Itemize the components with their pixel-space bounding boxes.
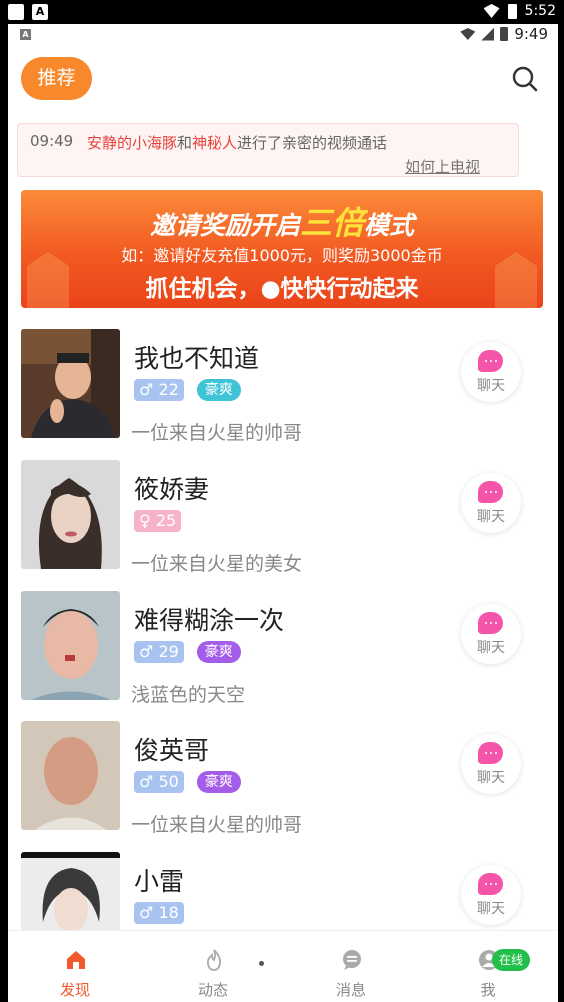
chat-button[interactable]: 聊天	[461, 865, 521, 925]
gender-age-badge: ♂ 18	[134, 902, 184, 924]
notice-bar[interactable]: 09:49 安静的小海豚和神秘人进行了亲密的视频通话 如何上电视	[17, 123, 519, 177]
notice-time: 09:49	[30, 132, 74, 150]
notice-user1[interactable]: 安静的小海豚	[87, 134, 177, 152]
user-name: 难得糊涂一次	[134, 606, 285, 635]
avatar[interactable]	[21, 329, 120, 438]
male-icon: ♂	[139, 903, 154, 922]
chat-bubble-icon	[478, 612, 503, 634]
avatar[interactable]	[21, 591, 120, 700]
battery-icon	[507, 3, 517, 19]
user-bio: 浅蓝色的天空	[131, 684, 246, 706]
user-name: 筱娇妻	[134, 475, 210, 504]
chat-button[interactable]: 聊天	[461, 604, 521, 664]
user-name: 我也不知道	[134, 344, 260, 373]
chat-button[interactable]: 聊天	[461, 473, 521, 533]
notice-user2[interactable]: 神秘人	[192, 134, 237, 152]
user-name: 小雷	[134, 867, 185, 896]
user-card[interactable]: 俊英哥 ♂ 50 豪爽 一位来自火星的帅哥 聊天	[8, 721, 558, 851]
avatar[interactable]	[21, 460, 120, 569]
user-age: 50	[158, 772, 179, 791]
notice-link[interactable]: 如何上电视	[405, 156, 480, 177]
chat-button[interactable]: 聊天	[461, 734, 521, 794]
gender-age-badge: ♂ 29	[134, 641, 184, 663]
nav-moments-label: 动态	[197, 981, 228, 999]
vip-badge: 豪爽	[196, 379, 241, 401]
page-dot	[259, 961, 264, 966]
tab-recommend[interactable]: 推荐	[21, 57, 92, 100]
wifi-icon	[483, 4, 500, 18]
a-app-icon: A	[32, 4, 48, 20]
vip-badge: 豪爽	[196, 771, 241, 793]
male-icon: ♂	[139, 380, 154, 399]
chat-bubble-icon	[478, 350, 503, 372]
banner-title-suffix: 模式	[364, 211, 415, 240]
user-bio: 一位来自火星的帅哥	[131, 422, 303, 444]
user-age: 25	[155, 511, 177, 530]
notice-text: 安静的小海豚和神秘人进行了亲密的视频通话	[87, 132, 387, 153]
message-icon	[343, 950, 361, 970]
bottom-nav: 发现 动态 消息 我 在线	[8, 930, 558, 1002]
nav-messages-label: 消息	[335, 981, 366, 999]
gender-age-badge: ♂ 50	[134, 771, 184, 793]
nav-me-label: 我	[480, 981, 496, 999]
user-card[interactable]: 难得糊涂一次 ♂ 29 豪爽 浅蓝色的天空 聊天	[8, 591, 558, 721]
chat-label: 聊天	[477, 509, 505, 525]
user-card[interactable]: 我也不知道 ♂ 22 豪爽 一位来自火星的帅哥 聊天	[8, 329, 558, 459]
nav-moments[interactable]: 动态	[173, 931, 253, 1002]
status-time: 9:49	[514, 25, 548, 43]
user-bio: 一位来自火星的美女	[131, 553, 303, 575]
female-icon: ♀	[139, 511, 151, 530]
battery-icon	[500, 27, 509, 41]
chat-label: 聊天	[477, 901, 505, 917]
male-icon: ♂	[139, 772, 154, 791]
nav-discover-label: 发现	[59, 981, 90, 999]
banner-title: 邀请奖励开启三倍模式	[21, 198, 543, 244]
male-icon: ♂	[139, 642, 154, 661]
user-age: 22	[158, 380, 179, 399]
system-status-bar: A 5:52	[0, 0, 564, 24]
chat-label: 聊天	[477, 378, 505, 394]
gender-age-badge: ♂ 22	[134, 379, 184, 401]
status-bar: A 9:49	[8, 24, 558, 46]
flame-icon	[206, 949, 222, 971]
home-icon	[67, 951, 85, 969]
notification-icon	[8, 4, 24, 20]
banner-title-highlight: 三倍	[299, 204, 364, 242]
chat-bubble-icon	[478, 742, 503, 764]
app-screen: A 9:49 推荐 09:49 安静的小海豚和神秘人进行了亲密的视频通话 如何上…	[8, 24, 558, 1002]
gender-age-badge: ♀ 25	[134, 510, 182, 532]
user-bio: 一位来自火星的帅哥	[131, 814, 303, 836]
system-time: 5:52	[524, 3, 556, 19]
user-name: 俊英哥	[134, 736, 210, 765]
search-icon[interactable]	[512, 66, 538, 92]
chat-label: 聊天	[477, 640, 505, 656]
user-card[interactable]: 筱娇妻 ♀ 25 一位来自火星的美女 聊天	[8, 460, 558, 590]
notice-message: 进行了亲密的视频通话	[237, 134, 388, 152]
invite-banner[interactable]: 邀请奖励开启三倍模式 如：邀请好友充值1000元，则奖励3000金币 抓住机会，…	[21, 190, 543, 308]
banner-subtitle: 如：邀请好友充值1000元，则奖励3000金币	[121, 246, 443, 265]
chat-button[interactable]: 聊天	[461, 342, 521, 402]
avatar[interactable]	[21, 721, 120, 830]
notice-and: 和	[177, 134, 193, 152]
online-badge: 在线	[492, 949, 531, 971]
banner-cta: 抓住机会，●快快行动起来	[145, 276, 419, 302]
nav-discover[interactable]: 发现	[35, 931, 115, 1002]
a-app-icon: A	[20, 29, 31, 40]
vip-badge: 豪爽	[196, 641, 241, 663]
nav-messages[interactable]: 消息	[311, 931, 391, 1002]
chat-label: 聊天	[477, 770, 505, 786]
signal-icon	[481, 27, 495, 41]
chat-bubble-icon	[478, 873, 503, 895]
banner-title-prefix: 邀请奖励开启	[149, 211, 300, 240]
user-age: 29	[158, 642, 179, 661]
user-age: 18	[158, 903, 179, 922]
wifi-icon	[460, 28, 476, 40]
chat-bubble-icon	[478, 481, 503, 503]
